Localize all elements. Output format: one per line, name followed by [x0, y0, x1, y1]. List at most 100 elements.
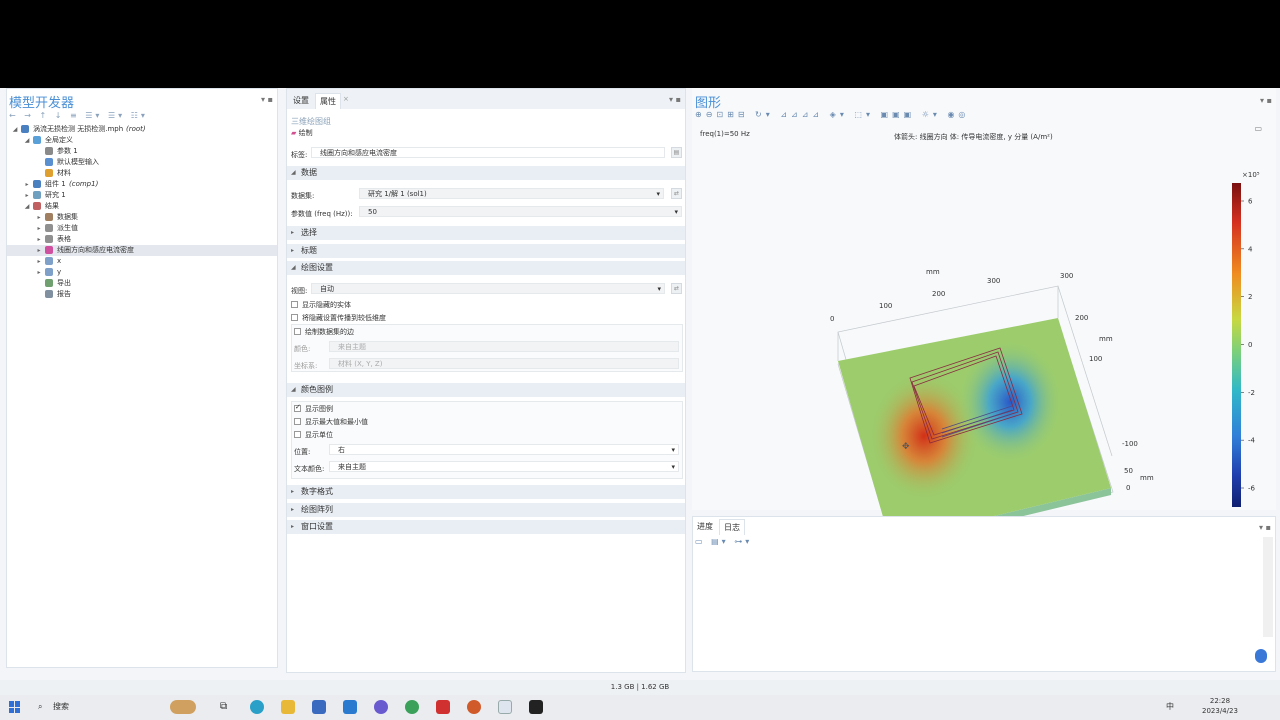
- tree-item[interactable]: ▸ 派生值: [7, 223, 277, 234]
- view-select[interactable]: 自动: [311, 283, 665, 294]
- y-tick-0: 300: [1060, 272, 1073, 280]
- taskbar-search[interactable]: ⌕ 搜索: [34, 697, 164, 717]
- show-hidden-checkbox[interactable]: [291, 301, 298, 308]
- plot-edges-label: 绘制数据集的边: [305, 328, 354, 336]
- textcolor-label: 文本颜色:: [294, 465, 325, 473]
- expand-open-icon[interactable]: ◢: [23, 135, 31, 146]
- close-tab-icon[interactable]: ×: [343, 95, 349, 103]
- textcolor-select[interactable]: 来自主题: [329, 461, 679, 472]
- task-view-icon[interactable]: ⧉: [220, 700, 234, 714]
- show-maxmin-checkbox[interactable]: [294, 418, 301, 425]
- tree-item[interactable]: ▸ y: [7, 267, 277, 278]
- powerpoint-icon[interactable]: [467, 700, 481, 714]
- plot-edges-checkbox[interactable]: [294, 328, 301, 335]
- tree-item[interactable]: ▸ x: [7, 256, 277, 267]
- tree-item[interactable]: ◢ 涡流无损检测 无损检测.mph (root): [7, 124, 277, 135]
- tree-item-label: 线圈方向和感应电流密度: [57, 246, 134, 254]
- plot-button[interactable]: ▰ 绘制: [291, 128, 313, 138]
- tree-item-suffix: (root): [126, 125, 146, 133]
- show-legend-checkbox[interactable]: [294, 403, 301, 412]
- mail-icon[interactable]: [343, 700, 357, 714]
- tab-settings[interactable]: 设置: [289, 93, 313, 108]
- edge-icon[interactable]: [250, 700, 264, 714]
- tree-item[interactable]: ▸ 表格: [7, 234, 277, 245]
- expand-closed-icon[interactable]: ▸: [35, 256, 43, 267]
- show-units-checkbox[interactable]: [294, 431, 301, 438]
- assistant-icon[interactable]: [1255, 649, 1267, 663]
- tree-node-icon: [45, 235, 53, 243]
- section-color-legend[interactable]: ◢ 颜色图例: [287, 383, 685, 397]
- tree-node-icon: [45, 169, 53, 177]
- pin-icon[interactable]: ▾ ▪: [669, 95, 681, 104]
- label-edit-button[interactable]: ▤: [671, 147, 682, 158]
- app-icon[interactable]: [374, 700, 388, 714]
- tree-item[interactable]: ▸ 数据集: [7, 212, 277, 223]
- section-selection[interactable]: ▸ 选择: [287, 226, 685, 240]
- start-icon-tile: [15, 707, 20, 713]
- expand-closed-icon[interactable]: ▸: [35, 267, 43, 278]
- color-select: 来自主题: [329, 341, 679, 352]
- tree-item[interactable]: 参数 1: [7, 146, 277, 157]
- tree-item[interactable]: ▸ 研究 1: [7, 190, 277, 201]
- tree-item[interactable]: ▸ 组件 1 (comp1): [7, 179, 277, 190]
- pdf-icon[interactable]: [436, 700, 450, 714]
- pin-icon[interactable]: ▾ ▪: [1260, 96, 1272, 105]
- view-goto-button[interactable]: ⇄: [671, 283, 682, 294]
- comsol-icon[interactable]: [498, 700, 512, 714]
- y-tick-2: 100: [1089, 355, 1102, 363]
- tree-item[interactable]: 材料: [7, 168, 277, 179]
- section-title[interactable]: ▸ 标题: [287, 244, 685, 258]
- tab-progress[interactable]: 进度: [693, 519, 717, 534]
- dataset-select[interactable]: 研究 1/解 1 (sol1): [359, 188, 664, 199]
- expand-open-icon[interactable]: ◢: [23, 201, 31, 212]
- expand-open-icon[interactable]: ◢: [11, 124, 19, 135]
- log-toolbar[interactable]: ▭ ▤▾ ⊶▾: [695, 537, 752, 546]
- chrome-icon[interactable]: [405, 700, 419, 714]
- start-icon-tile: [9, 701, 14, 707]
- pin-icon[interactable]: ▾ ▪: [261, 95, 273, 104]
- log-scrollbar[interactable]: [1263, 537, 1273, 637]
- ime-indicator[interactable]: 中: [1166, 701, 1174, 712]
- section-data[interactable]: ◢ 数据: [287, 166, 685, 180]
- section-window-settings[interactable]: ▸ 窗口设置: [287, 520, 685, 534]
- tree-item[interactable]: 导出: [7, 278, 277, 289]
- tree-item[interactable]: 默认模型输入: [7, 157, 277, 168]
- file-explorer-icon[interactable]: [281, 700, 295, 714]
- widget-icon[interactable]: [170, 700, 196, 714]
- expand-closed-icon[interactable]: ▸: [35, 245, 43, 256]
- position-select[interactable]: 右: [329, 444, 679, 455]
- tree-item[interactable]: ◢ 全局定义: [7, 135, 277, 146]
- tree-node-icon: [45, 268, 53, 276]
- label-input[interactable]: 线圈方向和感应电流密度: [311, 147, 665, 158]
- expand-closed-icon[interactable]: ▸: [35, 234, 43, 245]
- start-button[interactable]: [9, 701, 21, 713]
- param-select[interactable]: 50: [359, 206, 682, 217]
- clock[interactable]: 22:28 2023/4/23: [1202, 696, 1238, 716]
- expand-closed-icon[interactable]: ▸: [35, 223, 43, 234]
- section-plot-array[interactable]: ▸ 绘图阵列: [287, 503, 685, 517]
- clock-time: 22:28: [1209, 697, 1231, 705]
- section-number-format[interactable]: ▸ 数字格式: [287, 485, 685, 499]
- expand-closed-icon[interactable]: ▸: [35, 212, 43, 223]
- expand-closed-icon[interactable]: ▸: [23, 190, 31, 201]
- start-icon-tile: [15, 701, 20, 707]
- pin-icon[interactable]: ▾ ▪: [1259, 523, 1271, 532]
- 3d-plot[interactable]: ✥ mm 0 100 200 300 300 200 100 mm -100 5…: [692, 116, 1276, 516]
- store-icon[interactable]: [312, 700, 326, 714]
- colorbar: [1232, 183, 1241, 507]
- tree-item-label: y: [57, 268, 62, 276]
- tab-properties[interactable]: 属性: [315, 93, 341, 109]
- expand-closed-icon[interactable]: ▸: [23, 179, 31, 190]
- tab-log[interactable]: 日志: [719, 519, 745, 535]
- tree-item[interactable]: ▸ 线圈方向和感应电流密度: [7, 245, 277, 256]
- section-plot-settings[interactable]: ◢ 绘图设置: [287, 261, 685, 275]
- model-builder-toolbar[interactable]: ← → ↑ ↓ ≡ ☰▾ ☰▾ ☷▾: [9, 111, 148, 120]
- x-tick-3: 300: [987, 277, 1000, 285]
- tree-item[interactable]: 报告: [7, 289, 277, 300]
- blue-field-region: [958, 340, 1062, 464]
- tree-item-label: 默认模型输入: [57, 158, 99, 166]
- terminal-icon[interactable]: [529, 700, 543, 714]
- propagate-checkbox[interactable]: [291, 314, 298, 321]
- dataset-goto-button[interactable]: ⇄: [671, 188, 682, 199]
- tree-item[interactable]: ◢ 结果: [7, 201, 277, 212]
